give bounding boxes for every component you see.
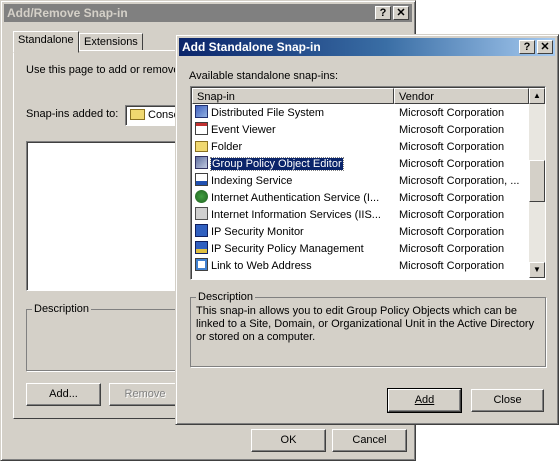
dialog-description-label: Description — [196, 291, 256, 303]
add-standalone-snapin-dialog: Add Standalone Snap-in ? ✕ Available sta… — [175, 34, 559, 425]
column-header-snapin-label: Snap-in — [197, 91, 235, 103]
cancel-button[interactable]: Cancel — [332, 429, 407, 452]
ok-button-label: OK — [280, 434, 297, 446]
available-snapins-label: Available standalone snap-ins: — [189, 70, 339, 82]
iis-icon — [195, 207, 208, 220]
vendor-cell: Microsoft Corporation — [399, 158, 505, 170]
scroll-down-button[interactable]: ▼ — [529, 262, 545, 278]
snapin-name-cell: Indexing Service — [195, 173, 292, 190]
snapin-name: Group Policy Object Editor — [210, 157, 344, 171]
add-button-label: Add... — [49, 388, 78, 400]
dialog-close-action-label: Close — [493, 394, 522, 406]
tab-extensions[interactable]: Extensions — [79, 33, 143, 51]
snapin-name: Event Viewer — [211, 124, 276, 136]
vendor-cell: Microsoft Corporation — [399, 243, 505, 255]
snapin-name: IP Security Monitor — [211, 226, 304, 238]
ipsec-policy-icon — [195, 241, 208, 254]
list-item[interactable]: Link to Web Address Microsoft Corporation — [192, 258, 529, 275]
list-item[interactable]: Distributed File System Microsoft Corpora… — [192, 105, 529, 122]
folder-icon — [130, 109, 145, 120]
snapins-added-label: Snap-ins added to: — [26, 108, 119, 120]
vendor-cell: Microsoft Corporation — [399, 107, 505, 119]
vendor-cell: Microsoft Corporation — [399, 260, 505, 272]
list-item[interactable]: IP Security Policy Management Microsoft C… — [192, 241, 529, 258]
remove-button[interactable]: Remove — [109, 383, 181, 406]
snapin-name-cell: Group Policy Object Editor — [195, 156, 344, 173]
list-item[interactable]: Group Policy Object Editor Microsoft Corp… — [192, 156, 529, 173]
snapin-name-cell: Distributed File System — [195, 105, 324, 122]
snapin-name: Internet Authentication Service (I... — [211, 192, 380, 204]
description-group: Description — [26, 303, 181, 371]
snapin-name: Internet Information Services (IIS... — [211, 209, 381, 221]
list-item[interactable]: Internet Authentication Service (I... Mic… — [192, 190, 529, 207]
snapin-name: Link to Web Address — [211, 260, 312, 272]
folder-icon — [195, 141, 208, 152]
vendor-cell: Microsoft Corporation, ... — [399, 175, 520, 187]
dialog-description-text: This snap-in allows you to edit Group Po… — [196, 305, 535, 343]
column-header-vendor[interactable]: Vendor — [394, 88, 529, 104]
list-item[interactable]: Indexing Service Microsoft Corporation, .… — [192, 173, 529, 190]
intro-text: Use this page to add or remove — [26, 64, 180, 76]
event-viewer-icon — [195, 122, 208, 135]
snapin-name-cell: Internet Information Services (IIS... — [195, 207, 381, 224]
ias-icon — [195, 190, 208, 203]
dialog-title: Add Standalone Snap-in — [182, 40, 321, 54]
list-item[interactable]: Internet Information Services (IIS... Mic… — [192, 207, 529, 224]
list-item[interactable]: IP Security Monitor Microsoft Corporation — [192, 224, 529, 241]
column-header-snapin[interactable]: Snap-in — [192, 88, 394, 104]
ok-button[interactable]: OK — [251, 429, 326, 452]
scroll-thumb[interactable] — [529, 160, 545, 202]
vendor-cell: Microsoft Corporation — [399, 209, 505, 221]
tab-standalone-label: Standalone — [18, 34, 74, 46]
group-policy-icon — [195, 156, 208, 169]
snapin-name-cell: IP Security Monitor — [195, 224, 304, 241]
vendor-cell: Microsoft Corporation — [399, 192, 505, 204]
indexing-icon — [195, 173, 208, 186]
cancel-button-label: Cancel — [352, 434, 387, 446]
tab-standalone[interactable]: Standalone — [13, 31, 79, 53]
snapin-name: IP Security Policy Management — [211, 243, 364, 255]
vendor-cell: Microsoft Corporation — [399, 226, 505, 238]
dialog-help-button[interactable]: ? — [519, 40, 535, 54]
close-button[interactable]: ✕ — [393, 6, 409, 20]
snapin-list[interactable]: Snap-in Vendor Distributed File System Mi… — [190, 86, 546, 280]
snapin-name-cell: Folder — [195, 139, 242, 156]
ipsec-monitor-icon — [195, 224, 208, 237]
title-bar: Add/Remove Snap-in ? ✕ — [4, 4, 412, 22]
dialog-add-button[interactable]: Add — [387, 388, 462, 413]
web-link-icon — [195, 258, 208, 271]
snapin-name-cell: Internet Authentication Service (I... — [195, 190, 379, 207]
snapin-name: Folder — [211, 141, 243, 153]
dialog-close-action-button[interactable]: Close — [471, 389, 544, 412]
vendor-cell: Microsoft Corporation — [399, 141, 505, 153]
snapin-name-cell: IP Security Policy Management — [195, 241, 364, 258]
dialog-close-button[interactable]: ✕ — [537, 40, 553, 54]
snapin-name: Distributed File System — [211, 107, 325, 119]
description-label: Description — [32, 303, 92, 315]
help-button[interactable]: ? — [375, 6, 391, 20]
vertical-scrollbar[interactable]: ▲ ▼ — [529, 88, 545, 278]
add-button[interactable]: Add... — [26, 383, 101, 406]
added-snapins-list[interactable] — [26, 141, 181, 291]
tab-extensions-label: Extensions — [84, 36, 138, 48]
list-item[interactable]: Folder Microsoft Corporation — [192, 139, 529, 156]
dialog-title-bar: Add Standalone Snap-in ? ✕ — [179, 38, 555, 56]
snapin-name: Indexing Service — [211, 175, 293, 187]
dialog-add-button-label: Add — [414, 394, 435, 406]
scroll-up-button[interactable]: ▲ — [529, 88, 545, 104]
column-header-vendor-label: Vendor — [399, 91, 434, 103]
list-item[interactable]: Event Viewer Microsoft Corporation — [192, 122, 529, 139]
dfs-icon — [195, 105, 208, 118]
snapin-name-cell: Event Viewer — [195, 122, 276, 139]
window-title: Add/Remove Snap-in — [7, 6, 128, 20]
remove-button-label: Remove — [124, 388, 166, 400]
snapin-rows: Distributed File System Microsoft Corpora… — [192, 105, 529, 279]
snapin-name-cell: Link to Web Address — [195, 258, 312, 275]
vendor-cell: Microsoft Corporation — [399, 124, 505, 136]
dialog-description-group: Description This snap-in allows you to e… — [190, 291, 546, 367]
